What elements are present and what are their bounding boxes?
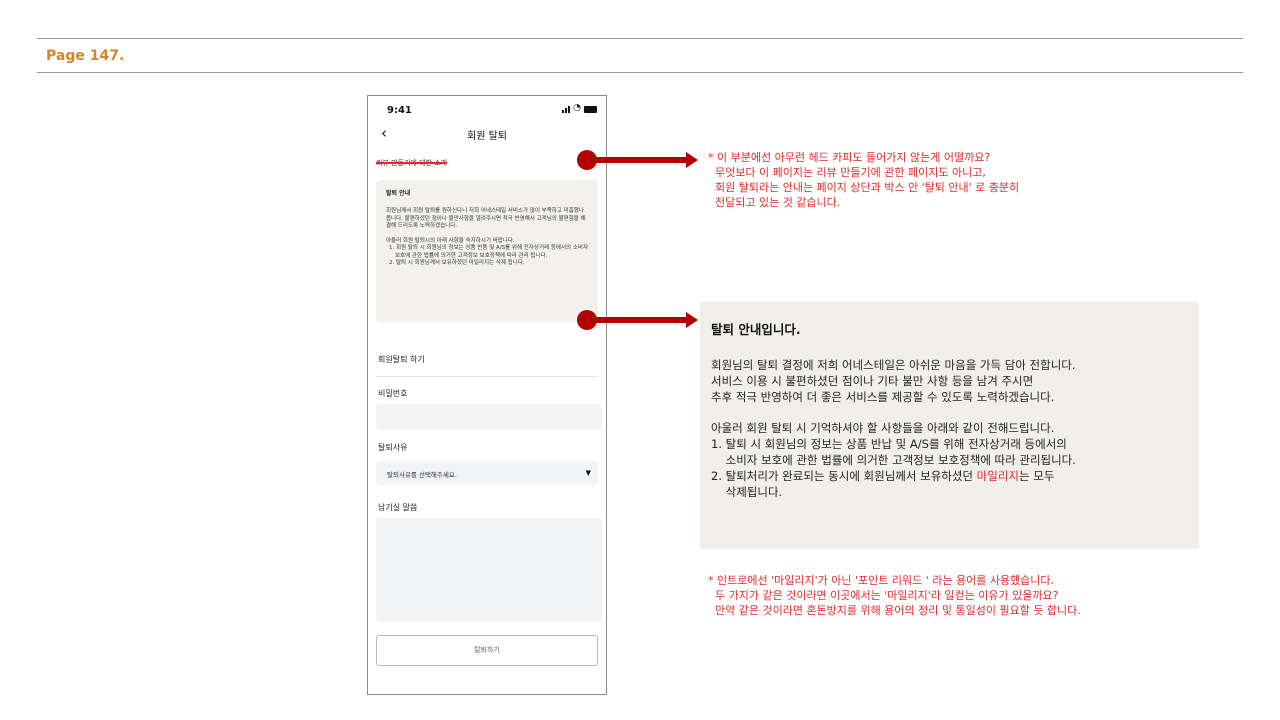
notice-list-item: 2. 탈퇴 시 회원님께서 보유하셨던 마일리지는 삭제 됩니다. [389,260,525,266]
divider [376,376,598,377]
message-label: 남기실 말씀 [378,503,418,512]
battery-icon [584,106,597,113]
arrow-shaft [589,317,689,323]
panel-paragraph: 아울러 회원 탈퇴 시 기억하셔야 할 사항들을 아래와 같이 전해드립니다. [711,421,1055,435]
wifi-icon: ◔ [573,103,581,113]
reason-label: 탈퇴사유 [378,443,408,452]
struck-heading: 리뷰 만들기에 대한 소개 [376,159,448,167]
panel-title: 탈퇴 안내입니다. [711,322,801,337]
panel-paragraph: 회원님의 탈퇴 결정에 저희 어네스테일은 아쉬운 마음을 가득 담아 전합니다… [711,358,1076,404]
nav-title: 회원 탈퇴 [467,131,507,142]
phone-mockup: 9:41 ◔ ‹ 회원 탈퇴 리뷰 만들기에 대한 소개 탈퇴 안내 회원님께서… [367,95,607,695]
page-label: Page 147. [46,48,125,64]
notice-list-item: 1. 회원 탈퇴 시 회원님의 정보는 상품 반품 및 A/S를 위해 전자상거… [389,245,589,259]
top-rule [37,38,1243,39]
review-comment-top: * 이 부분에선 아무런 헤드 카피도 들어가지 않는게 어떨까요? 무엇보다 … [708,151,1020,209]
caret-down-icon: ▼ [585,469,591,477]
password-label: 비밀번호 [378,389,408,398]
notice-proposal-panel: 탈퇴 안내입니다. 회원님의 탈퇴 결정에 저희 어네스테일은 아쉬운 마음을 … [700,302,1199,549]
arrow-head [686,152,698,168]
panel-list-item: 2. 탈퇴처리가 완료되는 동시에 회원님께서 보유하셨던 마일리지는 모두 삭… [711,468,1188,500]
password-input[interactable] [376,404,602,430]
reason-select[interactable]: 탈퇴사유를 선택해주세요. ▼ [376,461,598,485]
panel-list-item: 1. 탈퇴 시 회원님의 정보는 상품 반납 및 A/S를 위해 전자상거래 등… [711,437,1076,467]
review-comment-bottom: * 인트로에선 '마일리지'가 아닌 '포인트 리워드 ' 라는 용어를 사용했… [708,574,1081,617]
status-icons: ◔ [562,104,597,113]
withdraw-button[interactable]: 탈퇴하기 [376,635,598,666]
arrow-head [686,312,698,328]
notice-title: 탈퇴 안내 [386,190,411,197]
reason-placeholder: 탈퇴사유를 선택해주세요. [387,471,457,479]
message-textarea[interactable] [376,518,602,622]
status-time: 9:41 [387,105,412,116]
withdrawal-notice-box: 탈퇴 안내 회원님께서 회원 탈퇴를 원하신다니 저희 어네스테일 서비스가 많… [376,180,598,322]
mileage-highlight: 마일리지 [976,469,1019,483]
notice-paragraph: 아울러 회원 탈퇴시의 아래 사항을 숙지하시기 바랍니다. [386,237,515,244]
signal-icon [562,106,571,113]
notice-paragraph: 회원님께서 회원 탈퇴를 원하신다니 저희 어네스테일 서비스가 많이 부족하고… [386,208,586,229]
withdraw-section-title: 회원탈퇴 하기 [378,355,425,364]
arrow-shaft [589,157,689,163]
panel-item-text: 2. 탈퇴처리가 완료되는 동시에 회원님께서 보유하셨던 [711,469,977,483]
header-rule [37,72,1243,73]
